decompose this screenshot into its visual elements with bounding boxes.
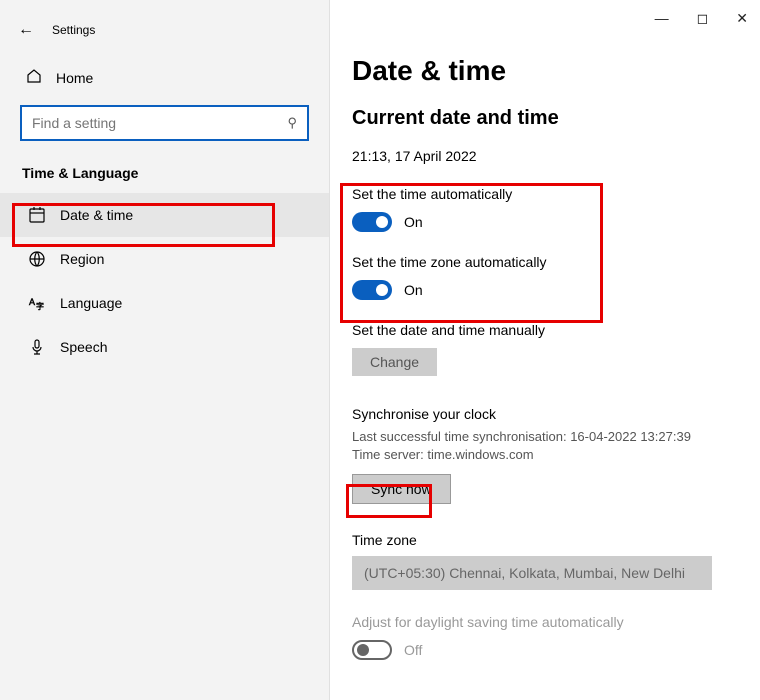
nav-language[interactable]: A字 Language [0,281,329,325]
back-icon[interactable]: ← [18,21,34,39]
sync-last: Last successful time synchronisation: 16… [352,428,738,446]
tz-title: Time zone [352,532,738,548]
auto-time-toggle[interactable] [352,212,392,232]
titlebar-left: ← Settings [0,10,329,50]
auto-time-state: On [404,214,423,230]
tz-select: (UTC+05:30) Chennai, Kolkata, Mumbai, Ne… [352,556,712,590]
home-icon [26,68,42,87]
dst-toggle [352,640,392,660]
manual-label: Set the date and time manually [352,322,738,338]
dst-toggle-row: Off [352,640,738,660]
sync-server: Time server: time.windows.com [352,446,738,464]
nav-speech[interactable]: Speech [0,325,329,369]
microphone-icon [28,338,46,356]
maximize-icon[interactable]: ◻ [697,10,709,27]
home-nav[interactable]: Home [0,56,329,99]
sync-title: Synchronise your clock [352,406,738,422]
dst-label: Adjust for daylight saving time automati… [352,614,738,630]
current-datetime: 21:13, 17 April 2022 [352,148,738,164]
auto-time-toggle-row: On [352,212,738,232]
home-label: Home [56,70,93,86]
nav-region[interactable]: Region [0,237,329,281]
svg-text:字: 字 [36,301,44,311]
toggle-knob [376,284,388,296]
close-icon[interactable]: ✕ [736,10,748,27]
window-controls: ― ◻ ✕ [655,10,748,27]
toggle-knob [357,644,369,656]
minimize-icon[interactable]: ― [655,10,669,27]
auto-tz-state: On [404,282,423,298]
nav-language-label: Language [60,295,122,311]
app-title: Settings [52,23,95,37]
auto-tz-label: Set the time zone automatically [352,254,738,270]
nav-region-label: Region [60,251,104,267]
auto-tz-toggle[interactable] [352,280,392,300]
dst-state: Off [404,642,422,658]
search-input-container[interactable]: ⚲ [20,105,309,141]
nav-speech-label: Speech [60,339,107,355]
sync-info: Last successful time synchronisation: 16… [352,428,738,464]
nav-date-time-label: Date & time [60,207,133,223]
page-subtitle: Current date and time [352,107,738,130]
main-content: ― ◻ ✕ Date & time Current date and time … [330,0,760,700]
auto-time-label: Set the time automatically [352,186,738,202]
globe-icon [28,250,46,268]
category-header: Time & Language [0,159,329,193]
toggle-knob [376,216,388,228]
search-icon: ⚲ [287,115,297,131]
calendar-icon [28,206,46,224]
language-icon: A字 [28,294,46,312]
auto-tz-toggle-row: On [352,280,738,300]
change-button: Change [352,348,437,376]
svg-text:A: A [29,297,35,307]
page-title: Date & time [352,55,738,87]
sync-now-button[interactable]: Sync now [352,474,451,504]
nav-date-time[interactable]: Date & time [0,193,329,237]
sidebar: ← Settings Home ⚲ Time & Language Date &… [0,0,330,700]
search-input[interactable] [32,115,271,131]
